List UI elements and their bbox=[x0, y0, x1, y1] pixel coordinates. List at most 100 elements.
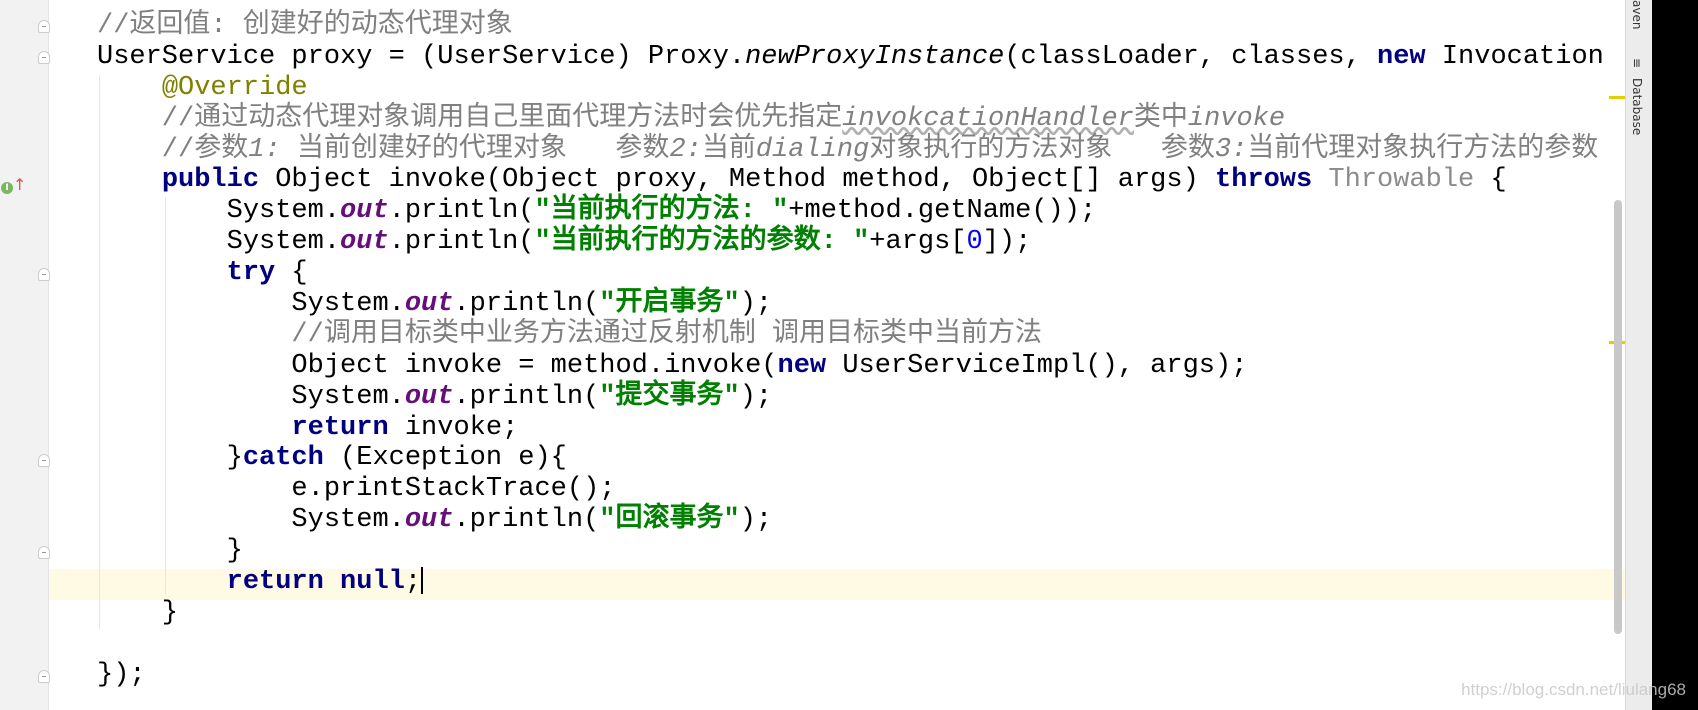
code-token: "提交事务" bbox=[599, 381, 740, 412]
code-token: 2: bbox=[669, 134, 702, 165]
code-token: 类中 bbox=[1133, 103, 1188, 134]
code-token: invokcationHandler bbox=[842, 103, 1134, 134]
code-token: .println( bbox=[453, 381, 600, 412]
code-token: .println( bbox=[388, 227, 535, 258]
code-token: }); bbox=[97, 659, 146, 690]
code-token: Object invoke(Object proxy, Method metho… bbox=[259, 165, 1215, 196]
watermark: https://blog.csdn.net/liulang68 bbox=[1461, 680, 1686, 699]
code-line[interactable]: }catch (Exception e){ bbox=[97, 443, 1604, 474]
code-line[interactable]: //参数1: 当前创建好的代理对象 参数2:当前dialing对象执行的方法对象… bbox=[97, 135, 1604, 166]
code-token: newProxyInstance bbox=[745, 41, 1005, 72]
code-line[interactable]: try { bbox=[97, 258, 1604, 289]
code-token: System. bbox=[97, 381, 405, 412]
code-token: public bbox=[161, 165, 260, 196]
code-token: } bbox=[97, 536, 243, 567]
code-token: //通过动态代理对象调用自己里面代理方法时会优先指定 bbox=[97, 103, 843, 134]
fold-icon[interactable] bbox=[38, 268, 50, 281]
code-token: 1: bbox=[248, 134, 281, 165]
code-line[interactable]: UserService proxy = (UserService) Proxy.… bbox=[97, 42, 1604, 73]
code-content[interactable]: //返回值: 创建好的动态代理对象 UserService proxy = (Us… bbox=[97, 11, 1604, 691]
override-method-icon[interactable]: I ↑ bbox=[1, 175, 26, 194]
code-line[interactable] bbox=[97, 629, 1604, 660]
text-cursor bbox=[421, 567, 424, 595]
code-token: return bbox=[226, 567, 324, 598]
code-token: ); bbox=[739, 505, 773, 536]
code-token: Throwable bbox=[1328, 165, 1475, 196]
code-token: ; bbox=[404, 567, 422, 598]
code-token: System. bbox=[97, 289, 405, 320]
fold-icon[interactable] bbox=[38, 51, 50, 64]
code-token: ); bbox=[739, 381, 773, 412]
code-line[interactable]: Object invoke = method.invoke(new UserSe… bbox=[97, 351, 1604, 382]
vertical-scrollbar[interactable] bbox=[1614, 200, 1622, 634]
code-token: catch bbox=[242, 443, 324, 474]
code-token: UserService proxy = (UserService) Proxy. bbox=[97, 41, 746, 72]
code-token: Invocation bbox=[1425, 41, 1604, 72]
code-line[interactable]: System.out.println("开启事务"); bbox=[97, 289, 1604, 320]
code-line[interactable]: System.out.println("回滚事务"); bbox=[97, 505, 1604, 536]
code-line[interactable]: //调用目标类中业务方法通过反射机制 调用目标类中当前方法 bbox=[97, 320, 1604, 351]
code-line[interactable]: }); bbox=[97, 660, 1604, 691]
code-token: +method.getName()); bbox=[788, 196, 1097, 227]
code-token: e.printStackTrace(); bbox=[97, 474, 616, 505]
code-token: new bbox=[777, 350, 827, 381]
code-token: "当前执行的方法: " bbox=[534, 196, 789, 227]
code-line[interactable]: return invoke; bbox=[97, 413, 1604, 444]
code-line[interactable]: @Override bbox=[97, 73, 1604, 104]
code-token: (Exception e){ bbox=[323, 443, 567, 474]
code-line[interactable]: e.printStackTrace(); bbox=[97, 474, 1604, 505]
fold-icon[interactable] bbox=[38, 670, 50, 683]
code-token: ); bbox=[739, 289, 773, 320]
code-token: 当前代理对象执行方法的参数 bbox=[1247, 134, 1599, 165]
code-token: 3: bbox=[1214, 134, 1248, 165]
code-token: ]); bbox=[982, 227, 1032, 258]
code-token: { bbox=[275, 258, 308, 289]
code-token: { bbox=[1474, 165, 1507, 196]
code-token: throws bbox=[1215, 165, 1313, 196]
code-line[interactable]: System.out.println("当前执行的方法的参数: "+args[0… bbox=[97, 227, 1604, 258]
code-line[interactable]: return null; bbox=[97, 567, 1604, 598]
code-token: Object invoke = method.invoke( bbox=[97, 350, 778, 381]
code-token: (classLoader, classes, bbox=[1004, 41, 1378, 72]
database-icon: ≡ bbox=[1630, 58, 1644, 69]
code-token: invoke; bbox=[388, 412, 519, 443]
code-token: out bbox=[404, 381, 454, 412]
code-token: } bbox=[97, 443, 243, 474]
code-line[interactable]: System.out.println("提交事务"); bbox=[97, 382, 1604, 413]
code-line[interactable]: public Object invoke(Object proxy, Metho… bbox=[97, 165, 1604, 196]
warning-marker[interactable] bbox=[1609, 96, 1625, 99]
maven-tab[interactable]: aven bbox=[1630, 0, 1644, 29]
code-token: out bbox=[340, 227, 389, 258]
code-token: 当前 bbox=[701, 134, 756, 165]
code-token: null bbox=[340, 567, 405, 598]
code-editor[interactable]: I ↑ //返回值: 创建好的动态代理对象 UserService proxy = … bbox=[0, 0, 1625, 710]
code-token: System. bbox=[97, 227, 341, 258]
code-line[interactable]: } bbox=[97, 536, 1604, 567]
code-token: out bbox=[340, 196, 389, 227]
code-token: out bbox=[404, 505, 454, 536]
code-line[interactable]: //通过动态代理对象调用自己里面代理方法时会优先指定invokcationHan… bbox=[97, 104, 1604, 135]
code-token: System. bbox=[97, 196, 341, 227]
code-token: 当前创建好的代理对象 参数 bbox=[280, 134, 670, 165]
code-token: out bbox=[404, 289, 454, 320]
code-token: @Override bbox=[161, 72, 308, 103]
code-token: //返回值: 创建好的动态代理对象 bbox=[97, 11, 513, 41]
code-token: UserServiceImpl(), args); bbox=[826, 350, 1248, 381]
code-token: "当前执行的方法的参数: " bbox=[534, 227, 870, 258]
database-tab[interactable]: Database bbox=[1630, 78, 1644, 135]
code-token: .println( bbox=[453, 289, 600, 320]
code-line[interactable]: System.out.println("当前执行的方法: "+method.ge… bbox=[97, 196, 1604, 227]
code-token: 0 bbox=[966, 227, 983, 258]
code-line[interactable]: } bbox=[97, 598, 1604, 629]
code-line[interactable]: //返回值: 创建好的动态代理对象 bbox=[97, 11, 1604, 42]
code-token: return bbox=[291, 412, 389, 443]
fold-icon[interactable] bbox=[38, 454, 50, 467]
fold-icon[interactable] bbox=[38, 546, 50, 559]
fold-icon[interactable] bbox=[38, 20, 50, 33]
